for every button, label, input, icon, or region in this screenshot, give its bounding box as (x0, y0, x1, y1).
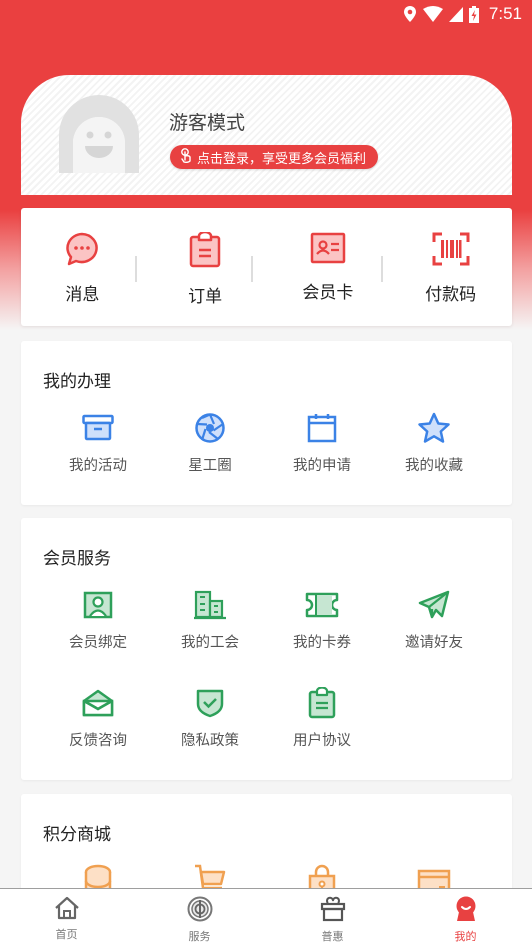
grid-item-label: 用户协议 (293, 733, 351, 749)
login-button[interactable]: 点击登录，享受更多会员福利 (170, 145, 379, 169)
grid-item-user-agreement[interactable]: 用户协议 (266, 686, 378, 750)
tab-services[interactable]: 服务 (133, 889, 266, 944)
section-my-handling: 我的办理 我的活动 星工圈 我的申请 我的收藏 (21, 341, 512, 505)
user-portrait-icon (83, 588, 113, 622)
divider (381, 256, 383, 282)
barcode-icon (432, 232, 470, 270)
grid-item-privacy-policy[interactable]: 隐私政策 (154, 686, 266, 750)
tab-home[interactable]: 首页 (0, 889, 133, 944)
quick-actions-card: 消息 订单 会员卡 付款码 (21, 208, 512, 326)
tab-label: 首页 (55, 928, 78, 941)
grid-row: 会员绑定 我的工会 我的卡券 邀请好友 (21, 588, 512, 652)
paper-plane-icon (418, 588, 450, 622)
grid-row: 反馈咨询 隐私政策 用户协议 (21, 686, 512, 750)
tab-label: 服务 (188, 930, 211, 943)
building-icon (193, 588, 227, 622)
clipboard-icon (189, 230, 221, 272)
status-time: 7:51 (488, 4, 522, 23)
gift-icon (320, 896, 346, 926)
profile-card[interactable]: 游客模式 点击登录，享受更多会员福利 (21, 75, 512, 195)
grid-item-star-circle[interactable]: 星工圈 (154, 411, 266, 475)
default-avatar-icon[interactable] (57, 93, 141, 173)
grid-item-feedback[interactable]: 反馈咨询 (42, 686, 154, 750)
section-title: 我的办理 (43, 372, 111, 392)
grid-item-my-coupons[interactable]: 我的卡券 (266, 588, 378, 652)
section-member-services: 会员服务 会员绑定 我的工会 我的卡券 邀请好友 反馈咨询 隐私政策 用户协议 (21, 518, 512, 780)
battery-charging-icon (468, 5, 479, 23)
tab-label: 我的 (454, 930, 477, 943)
quick-action-label: 付款码 (425, 285, 477, 305)
tab-mine[interactable]: 我的 (399, 889, 532, 944)
grid-item-my-favorites[interactable]: 我的收藏 (378, 411, 490, 475)
divider (251, 256, 253, 282)
shield-check-icon (196, 686, 224, 720)
tab-label: 普惠 (321, 930, 344, 943)
grid-item-label: 我的卡券 (293, 635, 351, 651)
home-icon (54, 896, 80, 924)
member-card-icon (310, 232, 346, 268)
quick-action-messages[interactable]: 消息 (21, 208, 144, 326)
quick-action-payment-code[interactable]: 付款码 (389, 208, 512, 326)
grid-item-label: 邀请好友 (405, 635, 463, 651)
grid-item-invite-friends[interactable]: 邀请好友 (378, 588, 490, 652)
bottom-tab-bar: 首页 服务 普惠 我的 (0, 888, 532, 944)
clipboard-icon (308, 686, 336, 720)
quick-action-label: 消息 (65, 285, 100, 305)
profile-mascot-icon (454, 896, 478, 926)
location-icon (403, 6, 417, 22)
wifi-icon (422, 6, 443, 22)
grid-item-member-binding[interactable]: 会员绑定 (42, 588, 154, 652)
aperture-icon (194, 411, 226, 445)
grid-item-label: 我的申请 (293, 458, 351, 474)
grid-item-my-applications[interactable]: 我的申请 (266, 411, 378, 475)
quick-action-member-card[interactable]: 会员卡 (267, 208, 390, 326)
tap-finger-icon (180, 147, 192, 167)
login-prompt-text: 点击登录，享受更多会员福利 (197, 151, 367, 167)
tab-benefits[interactable]: 普惠 (266, 889, 399, 944)
quick-action-label: 会员卡 (302, 283, 354, 303)
grid-row: 我的活动 星工圈 我的申请 我的收藏 (21, 411, 512, 475)
grid-item-label: 反馈咨询 (69, 733, 127, 749)
grid-item-label: 星工圈 (188, 458, 232, 474)
star-icon (417, 411, 451, 445)
message-icon (64, 232, 100, 270)
signal-icon (448, 6, 463, 22)
status-bar: 7:51 (0, 0, 532, 28)
union-emblem-icon (187, 896, 213, 926)
calendar-icon (307, 411, 337, 445)
divider (135, 256, 137, 282)
ticket-icon (305, 588, 339, 622)
grid-item-label: 我的活动 (69, 458, 127, 474)
guest-name: 游客模式 (169, 112, 246, 134)
grid-item-label: 会员绑定 (69, 635, 127, 651)
grid-item-label: 隐私政策 (181, 733, 239, 749)
box-icon (82, 411, 114, 445)
section-title: 积分商城 (43, 825, 111, 845)
section-title: 会员服务 (43, 549, 111, 569)
grid-item-label: 我的工会 (181, 635, 239, 651)
grid-item-my-activities[interactable]: 我的活动 (42, 411, 154, 475)
open-envelope-icon (82, 686, 114, 720)
grid-item-my-union[interactable]: 我的工会 (154, 588, 266, 652)
quick-action-label: 订单 (188, 287, 223, 307)
quick-action-orders[interactable]: 订单 (144, 208, 267, 326)
grid-item-label: 我的收藏 (405, 458, 463, 474)
